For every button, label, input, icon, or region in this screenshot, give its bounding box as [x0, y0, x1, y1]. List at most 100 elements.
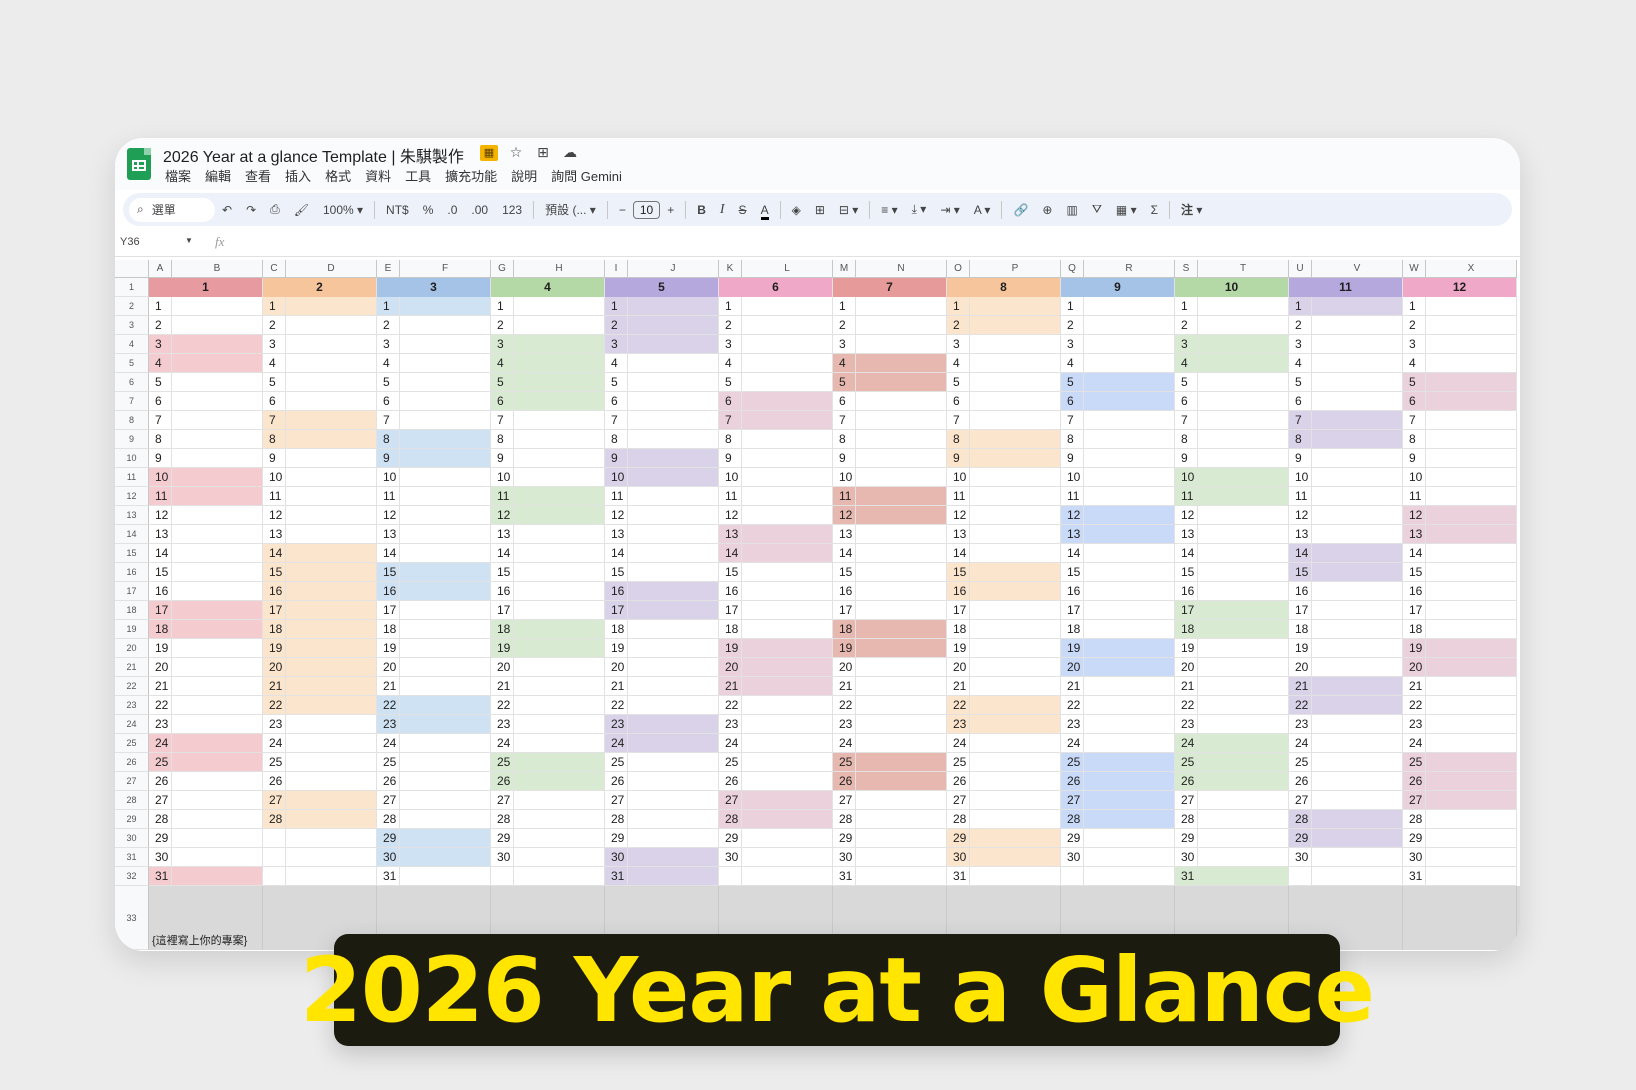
day-cell-m4-d2[interactable]: 2 — [491, 316, 514, 335]
day-cell-m5-d24[interactable]: 24 — [605, 734, 628, 753]
empty-cell[interactable] — [491, 867, 514, 886]
task-cell-m6-d13[interactable] — [742, 525, 833, 544]
decrease-decimal-button[interactable]: .0 — [440, 203, 464, 217]
day-cell-m1-d22[interactable]: 22 — [149, 696, 172, 715]
day-cell-m11-d10[interactable]: 10 — [1289, 468, 1312, 487]
day-cell-m9-d3[interactable]: 3 — [1061, 335, 1084, 354]
task-cell-m9-d26[interactable] — [1084, 772, 1175, 791]
task-cell-m8-d31[interactable] — [970, 867, 1061, 886]
task-cell-m3-d13[interactable] — [400, 525, 491, 544]
column-header-f[interactable]: F — [400, 260, 491, 278]
empty-cell[interactable] — [286, 829, 377, 848]
task-cell-m1-d10[interactable] — [172, 468, 263, 487]
task-cell-m3-d31[interactable] — [400, 867, 491, 886]
day-cell-m3-d22[interactable]: 22 — [377, 696, 400, 715]
task-cell-m1-d2[interactable] — [172, 316, 263, 335]
day-cell-m4-d5[interactable]: 5 — [491, 373, 514, 392]
row-header-31[interactable]: 31 — [115, 848, 149, 867]
task-cell-m10-d16[interactable] — [1198, 582, 1289, 601]
empty-cell[interactable] — [514, 867, 605, 886]
task-cell-m3-d23[interactable] — [400, 715, 491, 734]
task-cell-m10-d9[interactable] — [1198, 449, 1289, 468]
day-cell-m6-d28[interactable]: 28 — [719, 810, 742, 829]
task-cell-m5-d28[interactable] — [628, 810, 719, 829]
text-wrapping-icon[interactable]: ⇥ ▾ — [933, 203, 966, 217]
day-cell-m1-d6[interactable]: 6 — [149, 392, 172, 411]
task-cell-m6-d26[interactable] — [742, 772, 833, 791]
day-cell-m7-d8[interactable]: 8 — [833, 430, 856, 449]
day-cell-m10-d3[interactable]: 3 — [1175, 335, 1198, 354]
day-cell-m1-d14[interactable]: 14 — [149, 544, 172, 563]
task-cell-m11-d23[interactable] — [1312, 715, 1403, 734]
task-cell-m10-d28[interactable] — [1198, 810, 1289, 829]
task-cell-m2-d27[interactable] — [286, 791, 377, 810]
task-cell-m8-d17[interactable] — [970, 601, 1061, 620]
empty-cell[interactable] — [742, 867, 833, 886]
task-cell-m12-d1[interactable] — [1426, 297, 1517, 316]
task-cell-m12-d24[interactable] — [1426, 734, 1517, 753]
task-cell-m7-d20[interactable] — [856, 658, 947, 677]
vertical-align-icon[interactable]: ⤓ ▾ — [905, 202, 934, 217]
task-cell-m5-d27[interactable] — [628, 791, 719, 810]
task-cell-m9-d2[interactable] — [1084, 316, 1175, 335]
column-header-u[interactable]: U — [1289, 260, 1312, 278]
day-cell-m8-d29[interactable]: 29 — [947, 829, 970, 848]
day-cell-m7-d25[interactable]: 25 — [833, 753, 856, 772]
day-cell-m11-d29[interactable]: 29 — [1289, 829, 1312, 848]
text-rotation-icon[interactable]: A ▾ — [967, 203, 998, 217]
row-header-15[interactable]: 15 — [115, 544, 149, 563]
task-cell-m8-d28[interactable] — [970, 810, 1061, 829]
task-cell-m11-d25[interactable] — [1312, 753, 1403, 772]
task-cell-m2-d17[interactable] — [286, 601, 377, 620]
day-cell-m12-d10[interactable]: 10 — [1403, 468, 1426, 487]
task-cell-m3-d11[interactable] — [400, 487, 491, 506]
day-cell-m12-d7[interactable]: 7 — [1403, 411, 1426, 430]
day-cell-m7-d30[interactable]: 30 — [833, 848, 856, 867]
day-cell-m1-d19[interactable]: 19 — [149, 639, 172, 658]
task-cell-m3-d24[interactable] — [400, 734, 491, 753]
day-cell-m2-d20[interactable]: 20 — [263, 658, 286, 677]
day-cell-m3-d11[interactable]: 11 — [377, 487, 400, 506]
task-cell-m10-d19[interactable] — [1198, 639, 1289, 658]
day-cell-m11-d8[interactable]: 8 — [1289, 430, 1312, 449]
task-cell-m6-d29[interactable] — [742, 829, 833, 848]
day-cell-m12-d27[interactable]: 27 — [1403, 791, 1426, 810]
day-cell-m12-d6[interactable]: 6 — [1403, 392, 1426, 411]
column-header-c[interactable]: C — [263, 260, 286, 278]
day-cell-m6-d1[interactable]: 1 — [719, 297, 742, 316]
day-cell-m2-d24[interactable]: 24 — [263, 734, 286, 753]
task-cell-m11-d27[interactable] — [1312, 791, 1403, 810]
task-cell-m11-d12[interactable] — [1312, 506, 1403, 525]
task-cell-m7-d6[interactable] — [856, 392, 947, 411]
day-cell-m5-d25[interactable]: 25 — [605, 753, 628, 772]
day-cell-m6-d12[interactable]: 12 — [719, 506, 742, 525]
task-cell-m10-d6[interactable] — [1198, 392, 1289, 411]
day-cell-m9-d5[interactable]: 5 — [1061, 373, 1084, 392]
task-cell-m11-d8[interactable] — [1312, 430, 1403, 449]
task-cell-m6-d18[interactable] — [742, 620, 833, 639]
day-cell-m11-d22[interactable]: 22 — [1289, 696, 1312, 715]
day-cell-m2-d7[interactable]: 7 — [263, 411, 286, 430]
day-cell-m11-d24[interactable]: 24 — [1289, 734, 1312, 753]
day-cell-m2-d15[interactable]: 15 — [263, 563, 286, 582]
task-cell-m11-d20[interactable] — [1312, 658, 1403, 677]
empty-cell[interactable] — [1084, 867, 1175, 886]
task-cell-m6-d4[interactable] — [742, 354, 833, 373]
day-cell-m3-d15[interactable]: 15 — [377, 563, 400, 582]
task-cell-m7-d13[interactable] — [856, 525, 947, 544]
task-cell-m4-d16[interactable] — [514, 582, 605, 601]
task-cell-m4-d25[interactable] — [514, 753, 605, 772]
empty-cell[interactable] — [286, 848, 377, 867]
day-cell-m12-d1[interactable]: 1 — [1403, 297, 1426, 316]
task-cell-m1-d29[interactable] — [172, 829, 263, 848]
task-cell-m5-d1[interactable] — [628, 297, 719, 316]
task-cell-m11-d13[interactable] — [1312, 525, 1403, 544]
column-header-r[interactable]: R — [1084, 260, 1175, 278]
task-cell-m9-d30[interactable] — [1084, 848, 1175, 867]
day-cell-m2-d18[interactable]: 18 — [263, 620, 286, 639]
name-box-dropdown-icon[interactable]: ▼ — [185, 236, 193, 245]
task-cell-m10-d12[interactable] — [1198, 506, 1289, 525]
day-cell-m4-d30[interactable]: 30 — [491, 848, 514, 867]
day-cell-m2-d5[interactable]: 5 — [263, 373, 286, 392]
day-cell-m10-d11[interactable]: 11 — [1175, 487, 1198, 506]
